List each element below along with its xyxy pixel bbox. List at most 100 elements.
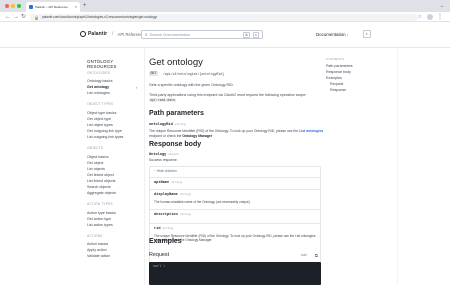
minimize-window-button[interactable] [11,4,15,8]
toc-item-response-body[interactable]: Response body [326,70,351,74]
field-row: displayName string The human-readable nam… [150,189,320,209]
sidebar-item-list-action-types[interactable]: List action types [87,223,113,227]
forward-arrow-icon[interactable]: → [13,13,19,21]
browser-tab[interactable]: Palantir – API Reference × [26,2,80,12]
field-name-text: apiName [154,181,170,185]
sidebar-item-validate-action[interactable]: Validate action [87,254,110,258]
shortcut-key-cmd: ⌘ [242,31,250,38]
search-input[interactable]: ⌕ Search Documentation ⌘ K [141,30,263,39]
search-placeholder: Search Documentation [149,32,191,37]
toc-item-path-parameters[interactable]: Path parameters [326,64,353,68]
toc-heading: CONTENTS [326,57,345,61]
table-of-contents: CONTENTS Path parameters Response body E… [326,48,396,285]
field-type: string [179,193,191,196]
sidebar-item-list-linked-objects[interactable]: List linked objects [87,179,115,183]
sidebar-section-object-types: OBJECT TYPES [87,102,114,106]
sidebar-item-search-objects[interactable]: Search objects [87,185,111,189]
list-ontologies-link[interactable]: List ontologies [299,129,323,133]
bookmark-star-icon[interactable]: ☆ [418,14,422,20]
divider [397,48,398,285]
browser-menu-icon[interactable]: ⋮ [437,13,443,20]
sidebar-item-list-ontologies[interactable]: List ontologies [87,91,110,95]
param-desc-text-2: endpoint or check the [149,133,182,138]
param-name-text: ontologyRid [149,123,173,127]
toc-item-examples[interactable]: Examples [326,76,342,80]
url-text: palantir.com/docs/foundry/api/v2/ontolog… [41,15,158,19]
tab-search-icon[interactable]: ⌄ [440,3,444,9]
new-tab-button[interactable]: + [83,3,87,9]
favicon-icon [29,5,33,9]
field-type: string [162,227,174,230]
response-fields-box: − Hide children apiName string displayNam… [149,166,321,274]
field-type: string [179,213,191,216]
field-name: apiName string [154,181,182,185]
address-bar[interactable]: 🔒 palantir.com/docs/foundry/api/v2/ontol… [30,13,418,21]
param-desc-text: The unique Resource Identifier (RID) of … [149,129,299,133]
sidebar-item-list-outgoing-link-types[interactable]: List outgoing link types [87,135,123,139]
http-method-badge: GET [149,71,159,76]
back-arrow-icon[interactable]: ← [5,13,11,21]
field-name: displayName string [154,193,191,197]
documentation-link[interactable]: Documentation › [316,32,348,37]
field-name-text: description [154,213,178,217]
request-heading: Request [149,252,170,258]
examples-heading: Examples [149,238,182,245]
sidebar-item-get-outgoing-link-type[interactable]: Get outgoing link type [87,129,122,133]
profile-avatar[interactable] [427,14,433,20]
hide-children-toggle[interactable]: − Hide children [154,169,177,173]
theme-toggle-button[interactable]: ◐ [363,30,371,38]
close-tab-icon[interactable]: × [75,5,77,9]
sidebar-item-get-linked-object[interactable]: Get linked object [87,173,114,177]
request-code-block: curl \ [149,262,321,285]
copy-icon[interactable]: ⧉ [315,253,318,258]
sidebar-item-aggregate-objects[interactable]: Aggregate objects [87,191,116,195]
sidebar-item-apply-action[interactable]: Apply action [87,248,107,252]
close-window-button[interactable] [5,4,9,8]
reload-icon[interactable]: ↻ [21,13,26,21]
sidebar-item-object-basics[interactable]: Object basics [87,155,109,159]
field-type: string [171,181,182,184]
search-icon: ⌕ [145,32,148,37]
sidebar-item-get-object[interactable]: Get object [87,161,103,165]
code-line: curl \ [153,265,166,269]
field-row: apiName string [150,177,320,189]
shortcut-key-k: K [252,31,259,38]
chevron-right-icon: › [346,32,349,37]
sidebar-item-ontology-basics[interactable]: Ontology basics [87,79,113,83]
field-description: The human-readable name of the Ontology … [154,200,251,204]
field-row: description string [150,209,320,223]
browser-tab-bar: Palantir – API Reference × + ⌄ [0,0,450,12]
sidebar-section-action-types: ACTION TYPES [87,202,113,206]
toc-item-response[interactable]: Response [330,88,346,92]
response-body-heading: Response body [149,141,202,148]
path-parameters-heading: Path parameters [149,110,204,117]
site-header: Palantir / API Reference ⌕ Search Docume… [0,22,450,48]
sidebar: ONTOLOGY RESOURCES ONTOLOGIES Ontology b… [80,48,145,285]
sidebar-item-get-object-type[interactable]: Get object type [87,117,111,121]
toc-item-request[interactable]: Request [330,82,343,86]
oauth-scope-text: Third-party applications using this endp… [149,93,307,97]
sidebar-item-object-type-basics[interactable]: Object type basics [87,111,116,115]
documentation-link-label: Documentation [316,32,346,37]
chevron-right-icon: › [136,84,138,90]
sidebar-item-list-objects[interactable]: List objects [87,167,105,171]
field-row: rid string The unique Resource Identifier… [150,223,320,249]
sidebar-title: ONTOLOGY RESOURCES [87,59,117,69]
page-title: Get ontology [149,57,203,68]
language-selector[interactable]: curl [301,253,306,257]
field-name: description string [154,213,191,217]
maximize-window-button[interactable] [17,4,21,8]
sidebar-item-get-action-type[interactable]: Get action type [87,217,111,221]
logo[interactable]: Palantir / API Reference [80,31,145,37]
sidebar-item-action-basics[interactable]: Action basics [87,242,108,246]
param-name: ontologyRid string [149,123,186,127]
sidebar-item-action-type-basics[interactable]: Action type basics [87,211,116,215]
logo-separator: / [112,31,114,37]
field-name-text: displayName [154,193,178,197]
field-name-text: rid [154,227,161,231]
sidebar-item-get-ontology[interactable]: Get ontology [87,85,109,89]
oauth-scope-note: Third-party applications using this endp… [149,93,325,103]
sidebar-item-list-object-types[interactable]: List object types [87,123,113,127]
param-description: The unique Resource Identifier (RID) of … [149,129,325,138]
response-note: Success response. [149,158,178,162]
